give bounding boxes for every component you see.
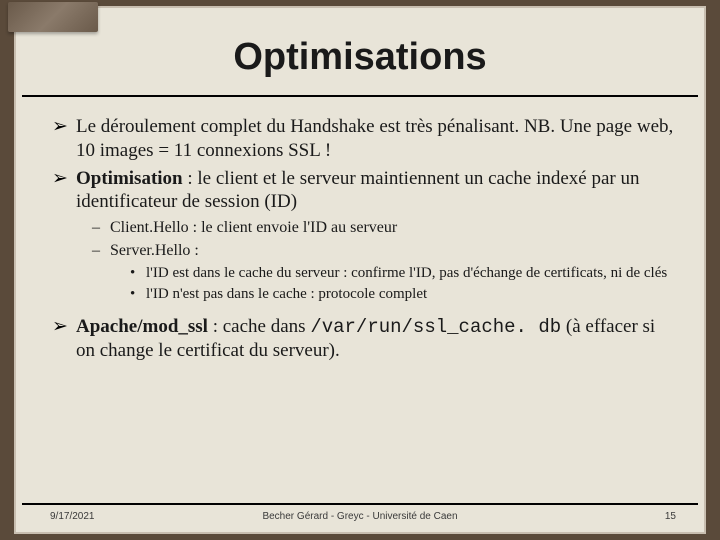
dot-bullet-icon: •: [130, 264, 146, 284]
dash-bullet-icon: –: [92, 241, 110, 262]
bullet-item: –Server.Hello :: [92, 241, 676, 262]
slide-title: Optimisations: [16, 8, 704, 87]
text-run: Client.Hello : le client envoie l'ID au …: [110, 219, 397, 236]
text-run: : cache dans: [208, 316, 310, 337]
footer-center: Becher Gérard - Greyc - Université de Ca…: [16, 511, 704, 522]
slide-frame: Optimisations ➢Le déroulement complet du…: [14, 6, 706, 534]
slide-footer: 9/17/2021 Becher Gérard - Greyc - Univer…: [16, 503, 704, 522]
slide-content: ➢Le déroulement complet du Handshake est…: [16, 115, 704, 363]
bullet-item: ➢Optimisation : le client et le serveur …: [52, 167, 676, 215]
title-rule: [22, 95, 698, 97]
text-run: Optimisation: [76, 168, 183, 189]
dot-bullet-icon: •: [130, 285, 146, 305]
arrow-bullet-icon: ➢: [52, 115, 76, 139]
text-run: Le déroulement complet du Handshake est …: [76, 116, 673, 161]
footer-date: 9/17/2021: [50, 511, 95, 522]
footer-rule: [22, 503, 698, 505]
text-run: /var/run/ssl_cache. db: [310, 316, 561, 338]
bullet-item: –Client.Hello : le client envoie l'ID au…: [92, 218, 676, 239]
text-run: Apache/mod_ssl: [76, 316, 208, 337]
bullet-item: ➢Apache/mod_ssl : cache dans /var/run/ss…: [52, 315, 676, 364]
bullet-item: •l'ID est dans le cache du serveur : con…: [130, 264, 676, 284]
arrow-bullet-icon: ➢: [52, 315, 76, 339]
footer-page: 15: [665, 511, 676, 522]
text-run: Server.Hello :: [110, 242, 199, 259]
arrow-bullet-icon: ➢: [52, 167, 76, 191]
bullet-item: ➢Le déroulement complet du Handshake est…: [52, 115, 676, 163]
text-run: l'ID n'est pas dans le cache : protocole…: [146, 286, 427, 302]
dash-bullet-icon: –: [92, 218, 110, 239]
text-run: l'ID est dans le cache du serveur : conf…: [146, 265, 667, 281]
bullet-item: •l'ID n'est pas dans le cache : protocol…: [130, 285, 676, 305]
